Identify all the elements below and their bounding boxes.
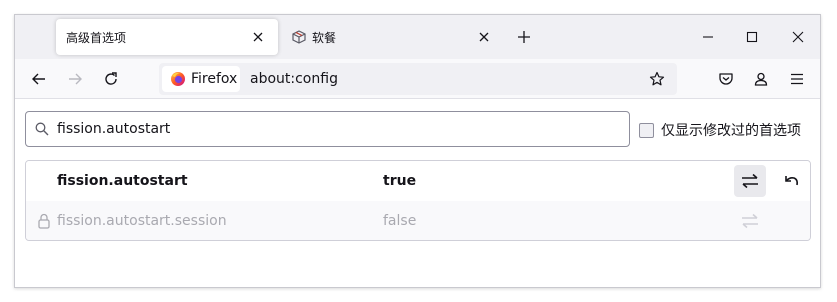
tab-strip: 高级首选项 软餐 — [15, 15, 820, 59]
pref-value: false — [383, 213, 417, 229]
pocket-icon — [719, 73, 733, 85]
pocket-button[interactable] — [712, 65, 740, 93]
identity-box[interactable]: Firefox — [162, 66, 240, 92]
url-text[interactable]: about:config — [250, 63, 338, 95]
tab-advanced-preferences[interactable]: 高级首选项 — [56, 19, 278, 55]
maximize-icon — [746, 31, 758, 43]
star-icon — [649, 71, 665, 86]
lock-icon — [38, 213, 50, 229]
browser-window: 高级首选项 软餐 Firefox about:config fission.au… — [14, 14, 821, 288]
identity-label: Firefox — [191, 71, 238, 87]
search-input[interactable] — [57, 112, 617, 146]
close-icon — [792, 31, 804, 43]
show-modified-only-toggle[interactable]: 仅显示修改过的首选项 — [639, 120, 801, 140]
menu-button[interactable] — [783, 65, 811, 93]
plus-icon — [518, 31, 530, 43]
pref-value[interactable]: true — [383, 161, 416, 201]
pref-name: fission.autostart — [57, 173, 188, 189]
toggle-button-disabled — [734, 205, 766, 237]
tab-ruancan[interactable]: 软餐 — [278, 19, 504, 55]
undo-icon — [785, 176, 798, 186]
table-row: fission.autostart.session false — [26, 201, 810, 240]
preference-search-box[interactable] — [25, 111, 630, 147]
toggle-button[interactable] — [734, 165, 766, 197]
close-tab-icon[interactable] — [246, 25, 270, 49]
preferences-table: fission.autostart true fission.autostart… — [25, 160, 811, 241]
toggle-icon — [742, 173, 758, 189]
navigation-toolbar: Firefox about:config — [15, 59, 820, 99]
account-icon — [754, 72, 768, 86]
account-button[interactable] — [747, 65, 775, 93]
back-button[interactable] — [25, 65, 53, 93]
pref-name: fission.autostart.session — [57, 213, 227, 229]
bookmark-star-button[interactable] — [645, 67, 669, 91]
url-bar[interactable]: Firefox about:config — [159, 63, 677, 95]
reload-icon — [105, 72, 117, 85]
tab-title: 高级首选项 — [66, 30, 127, 45]
show-modified-label: 仅显示修改过的首选项 — [661, 123, 801, 139]
about-config-content: 仅显示修改过的首选项 fission.autostart true — [15, 99, 820, 287]
tab-title: 软餐 — [312, 30, 337, 45]
search-icon — [35, 122, 49, 136]
arrow-right-icon — [69, 73, 82, 85]
hamburger-menu-icon — [791, 73, 803, 85]
minimize-icon — [703, 36, 713, 38]
table-row: fission.autostart true — [26, 161, 810, 201]
show-modified-checkbox[interactable] — [639, 122, 654, 138]
reload-button[interactable] — [97, 65, 125, 93]
package-icon — [290, 28, 308, 46]
close-window-button[interactable] — [775, 23, 820, 51]
close-tab-icon[interactable] — [472, 25, 496, 49]
toggle-icon — [742, 213, 758, 229]
arrow-left-icon — [32, 73, 45, 85]
firefox-logo-icon — [171, 72, 185, 86]
minimize-button[interactable] — [685, 23, 731, 51]
reset-button[interactable] — [776, 165, 808, 197]
forward-button[interactable] — [61, 65, 89, 93]
maximize-button[interactable] — [729, 23, 775, 51]
new-tab-button[interactable] — [512, 25, 536, 49]
